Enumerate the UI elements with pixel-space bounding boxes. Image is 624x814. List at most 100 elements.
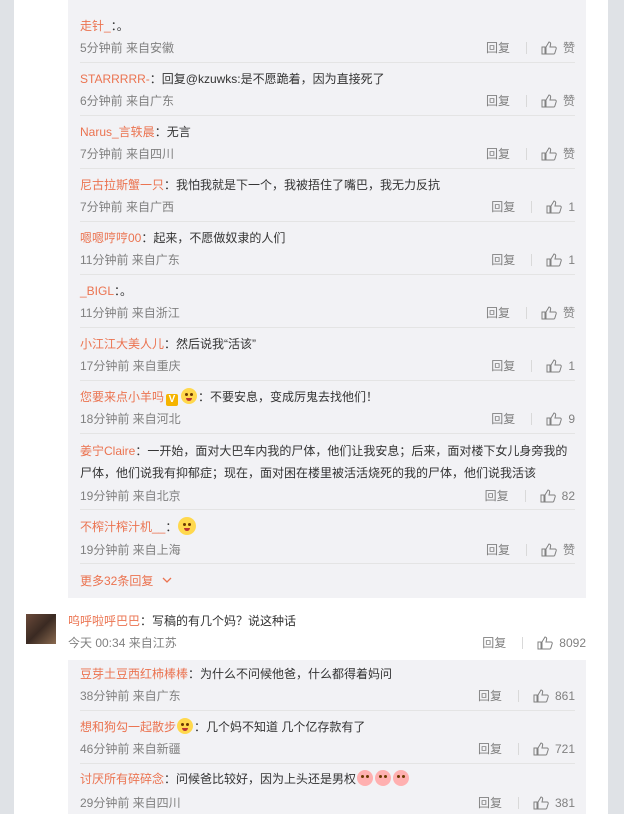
thumbs-up-icon[interactable] xyxy=(540,488,556,503)
reply-username[interactable]: STARRRRR- xyxy=(80,72,150,86)
more-replies-label: 更多32条回复 xyxy=(80,574,154,588)
scrollbar[interactable] xyxy=(610,0,624,814)
avatar[interactable] xyxy=(26,614,56,644)
divider xyxy=(517,689,519,702)
reply-button[interactable]: 回复 xyxy=(478,687,502,704)
thumbs-up-icon[interactable] xyxy=(541,146,557,161)
reply-username[interactable]: _BIGL xyxy=(80,284,114,298)
reply-meta: 7分钟前 来自广西 xyxy=(80,200,175,214)
comment-actions: 回复 8092 xyxy=(482,634,586,651)
reply-actions: 回复 1 xyxy=(491,251,575,268)
more-replies-link[interactable]: 更多32条回复 xyxy=(80,572,175,589)
reply-text: ：然后说我“活该” xyxy=(164,337,257,351)
reply-button[interactable]: 回复 xyxy=(486,145,510,162)
reply-username[interactable]: 小江江大美人儿 xyxy=(80,337,164,351)
reply-item: 嗯嗯哼哼00：起来，不愿做奴隶的人们 11分钟前 来自广东 回复 1 xyxy=(80,229,575,269)
reply-meta: 6分钟前 来自广东 xyxy=(80,94,175,108)
reply-actions: 回复 381 xyxy=(478,794,575,811)
reply-button[interactable]: 回复 xyxy=(478,794,502,811)
reply-button[interactable]: 回复 xyxy=(491,357,515,374)
reply-item: _BIGL：。 11分钟前 来自浙江 回复 赞 xyxy=(80,282,575,322)
thumbs-up-icon[interactable] xyxy=(537,635,554,650)
thumbs-up-icon[interactable] xyxy=(546,199,563,214)
reply-meta: 19分钟前 来自上海 xyxy=(80,543,181,557)
reply-button[interactable]: 回复 xyxy=(491,251,515,268)
divider xyxy=(80,221,575,222)
like-count: 赞 xyxy=(562,147,575,161)
reply-actions: 回复 9 xyxy=(491,410,575,427)
divider xyxy=(524,489,526,502)
thumbs-up-icon[interactable] xyxy=(533,741,549,756)
thumbs-up-icon[interactable] xyxy=(546,411,563,426)
reply-actions: 回复 1 xyxy=(491,198,575,215)
like-count: 1 xyxy=(568,199,575,214)
thumbs-up-icon[interactable] xyxy=(546,358,563,373)
like-count: 1 xyxy=(568,252,575,267)
divider xyxy=(531,412,533,425)
divider xyxy=(525,543,527,556)
cry-emoji-icon xyxy=(375,770,392,786)
reply-username[interactable]: 嗯嗯哼哼00 xyxy=(80,231,141,245)
reply-username[interactable]: 走针_ xyxy=(80,19,111,33)
thumbs-up-icon[interactable] xyxy=(541,542,557,557)
like-count: 381 xyxy=(554,795,575,810)
divider xyxy=(80,710,575,711)
reply-button[interactable]: 回复 xyxy=(486,541,510,558)
reply-username[interactable]: 想和狗勾一起散步 xyxy=(80,720,176,734)
chevron-down-icon xyxy=(162,577,172,583)
reply-meta: 11分钟前 来自浙江 xyxy=(80,306,180,320)
reply-text: ：我怕我就是下一个，我被捂住了嘴巴，我无力反抗 xyxy=(164,178,441,192)
thumbs-up-icon[interactable] xyxy=(541,40,557,55)
reply-button[interactable]: 回复 xyxy=(486,39,510,56)
like-count: 赞 xyxy=(562,306,575,320)
reply-text: ：无言 xyxy=(154,125,191,139)
reply-username[interactable]: Narus_言轶晨 xyxy=(80,125,155,139)
reply-button[interactable]: 回复 xyxy=(485,487,509,504)
like-count: 赞 xyxy=(562,543,575,557)
reply-username[interactable]: 姜宁Claire xyxy=(80,444,135,458)
reply-item: 姜宁Claire：一开始，面对大巴车内我的尸体，他们让我安息；后来，面对楼下女儿… xyxy=(80,440,575,506)
thumbs-up-icon[interactable] xyxy=(533,688,549,703)
reply-button[interactable]: 回复 xyxy=(491,198,515,215)
thumbs-up-icon[interactable] xyxy=(546,252,563,267)
reply-actions: 回复 赞 xyxy=(486,304,575,321)
divider xyxy=(80,115,575,116)
reply-username[interactable]: 讨厌所有碎碎念 xyxy=(80,772,164,786)
divider xyxy=(80,563,575,564)
reply-button[interactable]: 回复 xyxy=(482,634,506,651)
reply-username[interactable]: 尼古拉斯蟹一只 xyxy=(80,178,164,192)
like-count: 8092 xyxy=(559,635,586,650)
reply-meta: 17分钟前 来自重庆 xyxy=(80,359,181,373)
thumbs-up-icon[interactable] xyxy=(533,795,549,810)
reply-item: 不榨汁榨汁机__： 19分钟前 来自上海 回复 赞 xyxy=(80,517,575,557)
reply-item: STARRRRR-：回复@kzuwks:是不愿跪着，因为直接死了 6分钟前 来自… xyxy=(80,70,575,110)
like-count: 9 xyxy=(568,411,575,426)
reply-button[interactable]: 回复 xyxy=(491,410,515,427)
like-count: 赞 xyxy=(562,94,575,108)
reply-text: ：回复@kzuwks:是不愿跪着，因为直接死了 xyxy=(149,72,385,86)
reply-item: 想和狗勾一起散步 ：几个妈不知道 几个亿存款有了 46分钟前 来自新疆 回复 72… xyxy=(80,718,575,758)
reply-button[interactable]: 回复 xyxy=(486,304,510,321)
comment-username[interactable]: 呜呼啦呼巴巴 xyxy=(68,614,140,628)
member-badge-icon xyxy=(177,718,194,734)
thumbs-up-icon[interactable] xyxy=(541,93,557,108)
reply-username[interactable]: 您要来点小羊吗 xyxy=(80,390,164,404)
comment-text: ：写稿的有几个妈？说这种话 xyxy=(140,614,297,628)
reply-username[interactable]: 豆芽土豆西红柿棒棒 xyxy=(80,667,188,681)
divider xyxy=(80,274,575,275)
like-count: 1 xyxy=(568,358,575,373)
divider xyxy=(80,62,575,63)
like-count: 赞 xyxy=(562,41,575,55)
reply-username[interactable]: 不榨汁榨汁机__ xyxy=(80,520,165,534)
divider xyxy=(531,359,533,372)
divider xyxy=(525,41,527,54)
divider xyxy=(80,380,575,381)
reply-actions: 回复 721 xyxy=(478,740,575,757)
reply-item: 尼古拉斯蟹一只：我怕我就是下一个，我被捂住了嘴巴，我无力反抗 7分钟前 来自广西… xyxy=(80,176,575,216)
comment-meta: 今天 00:34 来自江苏 xyxy=(68,636,177,650)
thumbs-up-icon[interactable] xyxy=(541,305,557,320)
reply-text: ：为什么不问候他爸，什么都得着妈问 xyxy=(188,667,393,681)
reply-button[interactable]: 回复 xyxy=(486,92,510,109)
reply-button[interactable]: 回复 xyxy=(478,740,502,757)
divider xyxy=(531,253,533,266)
